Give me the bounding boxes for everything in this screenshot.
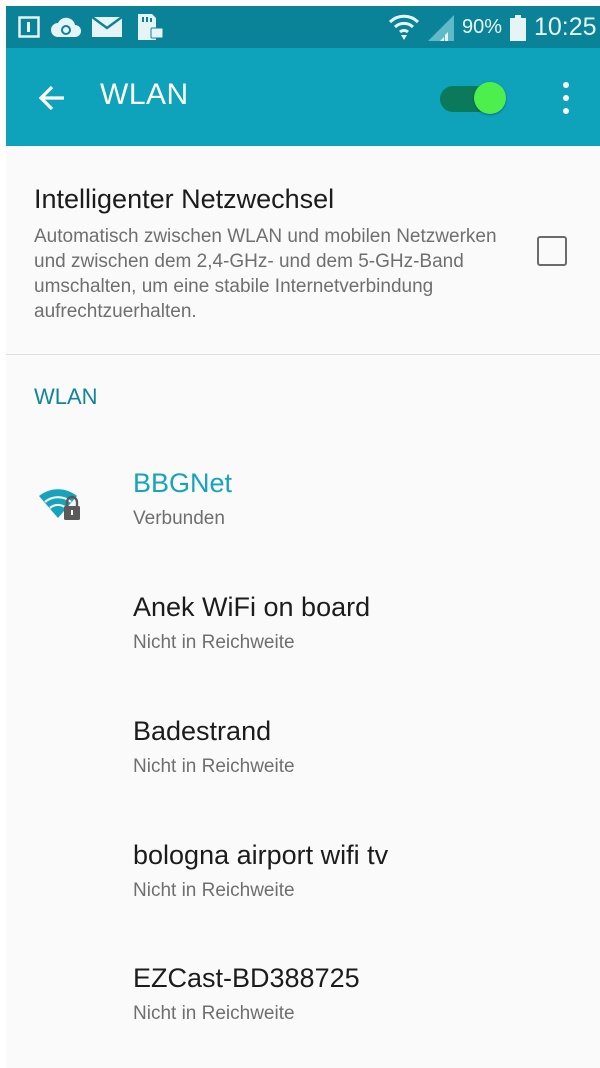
wifi-lock-icon [39, 489, 80, 520]
page-title: WLAN [100, 78, 189, 111]
network-status: Verbunden [133, 508, 225, 529]
sd-card-icon [134, 14, 164, 45]
wifi-icon [388, 12, 420, 47]
more-vert-icon [563, 82, 569, 88]
wifi-settings-screen: 90% 10:25 WLAN Intelligenter Netzwechsel… [6, 6, 600, 1068]
network-item[interactable]: Badestrand Nicht in Reichweite [6, 716, 600, 826]
app-bar: WLAN [6, 48, 600, 146]
network-status: Nicht in Reichweite [133, 632, 295, 653]
notification-square-icon [18, 16, 40, 43]
network-name: bologna airport wifi tv [133, 840, 389, 870]
section-header-wlan: WLAN [34, 384, 98, 409]
setting-title: Intelligenter Netzwechsel [34, 184, 335, 214]
cloud-sync-icon [50, 15, 82, 44]
clock: 10:25 [534, 13, 597, 41]
cell-signal-icon [428, 15, 456, 46]
network-status: Nicht in Reichweite [133, 880, 295, 901]
setting-description: Automatisch zwischen WLAN und mobilen Ne… [34, 226, 497, 322]
status-bar: 90% 10:25 [6, 6, 600, 48]
divider [6, 354, 600, 355]
mail-icon [91, 15, 123, 42]
network-item[interactable]: bologna airport wifi tv Nicht in Reichwe… [6, 840, 600, 950]
network-name: Badestrand [133, 716, 272, 746]
more-options-button[interactable] [554, 80, 578, 116]
battery-icon [510, 15, 526, 46]
arrow-left-icon [38, 85, 64, 111]
network-name: Anek WiFi on board [133, 592, 371, 622]
battery-percent: 90% [462, 16, 503, 38]
network-item[interactable]: Anek WiFi on board Nicht in Reichweite [6, 592, 600, 702]
toggle-thumb [474, 82, 506, 114]
network-name: BBGNet [133, 468, 233, 498]
wlan-toggle[interactable] [440, 82, 506, 114]
smart-switch-checkbox[interactable] [537, 236, 567, 266]
network-name: EZCast-BD388725 [133, 963, 360, 993]
network-item[interactable]: EZCast-BD388725 Nicht in Reichweite [6, 963, 600, 1068]
back-button[interactable] [34, 78, 74, 118]
network-status: Nicht in Reichweite [133, 1003, 295, 1024]
network-status: Nicht in Reichweite [133, 756, 295, 777]
smart-network-switch-setting[interactable]: Intelligenter Netzwechsel Automatisch zw… [6, 146, 600, 358]
network-item[interactable]: BBGNet Verbunden [6, 468, 600, 578]
